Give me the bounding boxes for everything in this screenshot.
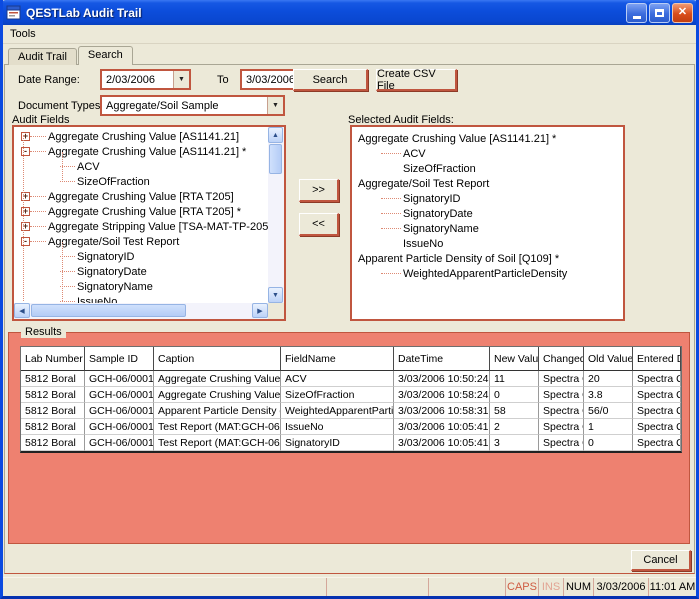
date-range-label: Date Range:: [18, 74, 80, 86]
tab-audit-trail[interactable]: Audit Trail: [8, 48, 77, 65]
column-header[interactable]: FieldName: [281, 347, 394, 371]
date-from-value: 2/03/2006: [102, 74, 173, 86]
table-row[interactable]: 5812 BoralGCH-06/00017Apparent Particle …: [21, 403, 681, 419]
column-header[interactable]: Sample ID: [85, 347, 154, 371]
minimize-button[interactable]: [626, 3, 647, 23]
selected-fields-panel[interactable]: Aggregate Crushing Value [AS1141.21] * A…: [350, 125, 625, 321]
selected-item[interactable]: Apparent Particle Density of Soil [Q109]…: [356, 251, 623, 266]
tree-item[interactable]: +Aggregate Crushing Value [RTA T205]: [16, 189, 268, 204]
column-header[interactable]: Caption: [154, 347, 281, 371]
titlebar[interactable]: QESTLab Audit Trail ✕: [0, 0, 699, 25]
scroll-thumb[interactable]: [269, 144, 282, 174]
tree-item[interactable]: +Aggregate Stripping Value [TSA-MAT-TP-2…: [16, 219, 268, 234]
tab-search[interactable]: Search: [78, 46, 133, 65]
vertical-scrollbar[interactable]: ▲ ▼: [268, 127, 284, 303]
chevron-down-icon[interactable]: ▼: [267, 97, 283, 114]
status-date: 3/03/2006: [593, 578, 648, 596]
column-header[interactable]: Lab Number: [21, 347, 85, 371]
tree-item[interactable]: SizeOfFraction: [16, 174, 268, 189]
selected-item[interactable]: SizeOfFraction: [356, 161, 623, 176]
column-header[interactable]: Old Value: [584, 347, 633, 371]
selected-content: Aggregate Crushing Value [AS1141.21] * A…: [352, 127, 623, 319]
statusbar: CAPS INS NUM 3/03/2006 11:01 AM: [3, 577, 696, 596]
cancel-button[interactable]: Cancel: [631, 550, 691, 571]
menubar: Tools: [3, 25, 696, 44]
status-num: NUM: [563, 578, 593, 596]
tree-item[interactable]: -Aggregate Crushing Value [AS1141.21] *: [16, 144, 268, 159]
create-csv-button[interactable]: Create CSV File: [376, 69, 457, 91]
app-window: QESTLab Audit Trail ✕ Tools Audit Trail …: [0, 0, 699, 599]
chevron-down-icon[interactable]: ▼: [173, 71, 189, 88]
selected-item[interactable]: Aggregate Crushing Value [AS1141.21] *: [356, 131, 623, 146]
to-label: To: [217, 74, 229, 86]
tree-content: +Aggregate Crushing Value [AS1141.21] -A…: [14, 127, 268, 303]
remove-field-button[interactable]: <<: [299, 213, 339, 236]
status-time: 11:01 AM: [648, 578, 696, 596]
tree-item[interactable]: IssueNo: [16, 294, 268, 303]
scroll-down-button[interactable]: ▼: [268, 287, 283, 303]
menu-tools[interactable]: Tools: [3, 26, 43, 42]
document-type-value: Aggregate/Soil Sample: [102, 100, 267, 112]
table-row[interactable]: 5812 BoralGCH-06/00017Aggregate Crushing…: [21, 371, 681, 387]
maximize-button[interactable]: [649, 3, 670, 23]
selected-item[interactable]: SignatoryName: [356, 221, 623, 236]
document-types-combo[interactable]: Aggregate/Soil Sample ▼: [100, 95, 285, 116]
status-caps: CAPS: [505, 578, 538, 596]
column-header[interactable]: Entered Date: [633, 347, 681, 371]
close-button[interactable]: ✕: [672, 3, 693, 23]
table-row[interactable]: 5812 BoralGCH-06/00017Aggregate Crushing…: [21, 387, 681, 403]
document-types-label: Document Types:: [18, 100, 103, 112]
selected-item[interactable]: SignatoryID: [356, 191, 623, 206]
tree-item[interactable]: +Aggregate Crushing Value [AS1141.21]: [16, 129, 268, 144]
date-from-combo[interactable]: 2/03/2006 ▼: [100, 69, 191, 90]
column-header[interactable]: New Value: [490, 347, 539, 371]
status-pane: [428, 578, 505, 596]
scroll-up-button[interactable]: ▲: [268, 127, 283, 143]
status-ins: INS: [538, 578, 563, 596]
results-table[interactable]: Lab Number Sample ID Caption FieldName D…: [20, 346, 682, 453]
scroll-left-button[interactable]: ◀: [14, 303, 30, 318]
column-header[interactable]: DateTime: [394, 347, 490, 371]
app-icon: [6, 5, 21, 20]
tree-item[interactable]: SignatoryName: [16, 279, 268, 294]
tree-item[interactable]: ACV: [16, 159, 268, 174]
tree-item[interactable]: -Aggregate/Soil Test Report: [16, 234, 268, 249]
selected-item[interactable]: SignatoryDate: [356, 206, 623, 221]
column-header[interactable]: Changed: [539, 347, 584, 371]
h-scroll-thumb[interactable]: [31, 304, 186, 317]
selected-item[interactable]: WeightedApparentParticleDensity: [356, 266, 623, 281]
window-title: QESTLab Audit Trail: [26, 6, 626, 20]
add-field-button[interactable]: >>: [299, 179, 339, 202]
horizontal-scrollbar[interactable]: ◀ ▶: [14, 303, 268, 319]
results-label: Results: [21, 326, 66, 338]
tree-item[interactable]: SignatoryDate: [16, 264, 268, 279]
table-header-row: Lab Number Sample ID Caption FieldName D…: [21, 347, 681, 371]
tree-item[interactable]: +Aggregate Crushing Value [RTA T205] *: [16, 204, 268, 219]
table-row[interactable]: 5812 BoralGCH-06/00017Test Report (MAT:G…: [21, 435, 681, 451]
audit-fields-tree[interactable]: +Aggregate Crushing Value [AS1141.21] -A…: [12, 125, 286, 321]
search-button[interactable]: Search: [293, 69, 368, 91]
selected-item[interactable]: IssueNo: [356, 236, 623, 251]
selected-item[interactable]: Aggregate/Soil Test Report: [356, 176, 623, 191]
tree-item[interactable]: SignatoryID: [16, 249, 268, 264]
tabstrip: Audit Trail Search: [8, 46, 134, 65]
scrollbar-corner: [268, 303, 284, 319]
status-message-pane: [3, 578, 326, 596]
selected-item[interactable]: ACV: [356, 146, 623, 161]
status-pane: [326, 578, 428, 596]
table-row[interactable]: 5812 BoralGCH-06/00017Test Report (MAT:G…: [21, 419, 681, 435]
scroll-right-button[interactable]: ▶: [252, 303, 268, 318]
